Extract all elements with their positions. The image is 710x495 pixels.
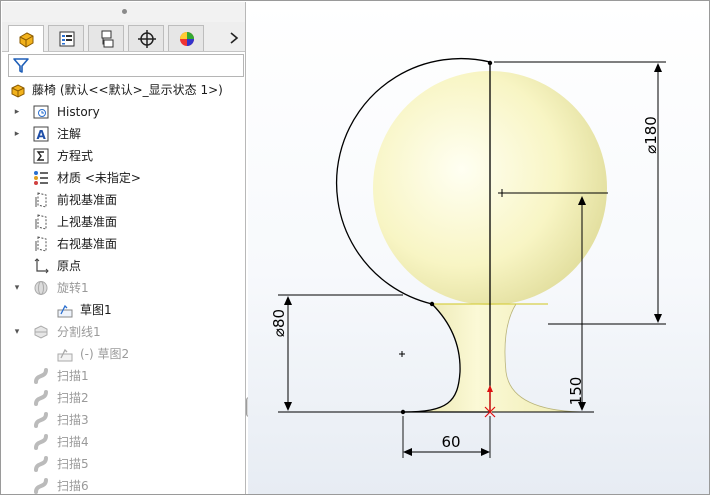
sweep-icon [33, 456, 49, 472]
grip-dot [122, 9, 127, 14]
tree-item-annotations[interactable]: ▸ A 注解 [12, 123, 245, 145]
featuremanager-icon [19, 32, 34, 48]
sweep-icon [33, 478, 49, 494]
tree-item-sketch1[interactable]: 草图1 [12, 299, 245, 321]
tree-item-label: (-) 草图2 [80, 347, 130, 361]
panel-grip[interactable] [2, 2, 245, 22]
tree-item-sweep1[interactable]: 扫描1 [12, 365, 245, 387]
tree-item-label: 注解 [57, 127, 82, 141]
origin-icon [33, 258, 49, 274]
sketch-icon [57, 302, 73, 318]
tab-featuremanager[interactable] [8, 25, 44, 52]
filter-icon [13, 58, 29, 73]
tree-item-label: 分割线1 [57, 325, 101, 339]
dimension-label-sphere: ⌀180 [642, 116, 660, 154]
model-neck[interactable] [402, 303, 589, 413]
tree-root[interactable]: 藤椅 (默认<<默认>_显示状态 1>) [10, 79, 245, 101]
sketch-icon [57, 346, 73, 362]
tree-item-label: History [57, 105, 100, 119]
annotations-icon: A [33, 126, 49, 142]
tree-item-label: 材质 <未指定> [57, 171, 141, 185]
dimension-neck-diameter[interactable]: ⌀80 [270, 294, 403, 413]
tree-filter[interactable] [8, 54, 244, 77]
tree-item-sweep2[interactable]: 扫描2 [12, 387, 245, 409]
tree-item-label: 方程式 [57, 149, 94, 163]
dimension-label-base: 60 [441, 433, 460, 451]
tree-item-label: 原点 [57, 259, 82, 273]
tree-item-label: 扫描2 [57, 391, 89, 405]
tab-displaymanager[interactable] [168, 25, 204, 51]
window-frame: 藤椅 (默认<<默认>_显示状态 1>) ▸ History ▸ A 注解 方程… [0, 0, 710, 495]
material-icon [33, 170, 49, 186]
tree-item-label: 前视基准面 [57, 193, 118, 207]
tree-item-splitline1[interactable]: ▾ 分割线1 [12, 321, 245, 343]
tab-propertymanager[interactable] [48, 25, 84, 51]
tree-root-label: 藤椅 (默认<<默认>_显示状态 1>) [32, 83, 223, 97]
plane-icon [33, 214, 49, 230]
tree-item-history[interactable]: ▸ History [12, 101, 245, 123]
tree-item-label: 扫描5 [57, 457, 89, 471]
tree-item-equations[interactable]: 方程式 [12, 145, 245, 167]
dimension-label-neck: ⌀80 [270, 309, 288, 337]
tree-item-label: 扫描1 [57, 369, 89, 383]
feature-manager-panel: 藤椅 (默认<<默认>_显示状态 1>) ▸ History ▸ A 注解 方程… [2, 2, 246, 494]
collapse-arrow[interactable]: ▾ [12, 277, 22, 299]
more-tabs-button[interactable] [226, 29, 242, 47]
expand-arrow[interactable]: ▸ [12, 123, 22, 145]
tree-item-label: 上视基准面 [57, 215, 118, 229]
tab-dimxpertmanager[interactable] [128, 25, 164, 51]
plane-icon [33, 236, 49, 252]
sweep-icon [33, 390, 49, 406]
tree-item-label: 扫描3 [57, 413, 89, 427]
tab-configurationmanager[interactable] [88, 25, 124, 51]
collapse-arrow[interactable]: ▾ [12, 321, 22, 343]
tree-item-sweep6[interactable]: 扫描6 [12, 475, 245, 494]
tree-item-revolve1[interactable]: ▾ 旋转1 [12, 277, 245, 299]
dimxpert-icon [138, 30, 156, 48]
propertymanager-icon [59, 31, 75, 47]
tree-item-sweep4[interactable]: 扫描4 [12, 431, 245, 453]
tree-item-label: 草图1 [80, 303, 112, 317]
sweep-icon [33, 368, 49, 384]
tree-item-sweep5[interactable]: 扫描5 [12, 453, 245, 475]
model-view: ⌀180 150 ⌀80 60 [270, 57, 666, 458]
splitline-icon [33, 324, 49, 340]
part-icon [10, 82, 26, 98]
tree-item-front-plane[interactable]: 前视基准面 [12, 189, 245, 211]
tree-item-label: 扫描6 [57, 479, 89, 493]
tree-item-material[interactable]: 材质 <未指定> [12, 167, 245, 189]
dimension-label-height: 150 [567, 377, 585, 406]
expand-arrow[interactable]: ▸ [12, 101, 22, 123]
equations-icon [33, 148, 49, 164]
manager-tabs [2, 22, 245, 52]
sweep-icon [33, 434, 49, 450]
revolve-icon [33, 280, 49, 296]
tree-item-label: 扫描4 [57, 435, 89, 449]
configurationmanager-icon [101, 30, 114, 48]
tree-item-sweep3[interactable]: 扫描3 [12, 409, 245, 431]
tree-item-right-plane[interactable]: 右视基准面 [12, 233, 245, 255]
tree-item-label: 右视基准面 [57, 237, 118, 251]
plane-icon [33, 192, 49, 208]
tree-item-sketch2[interactable]: (-) 草图2 [12, 343, 245, 365]
history-folder-icon [33, 104, 49, 120]
sweep-icon [33, 412, 49, 428]
tree-item-label: 旋转1 [57, 281, 89, 295]
displaymanager-icon [180, 32, 194, 46]
tree-item-origin[interactable]: 原点 [12, 255, 245, 277]
svg-text:A: A [37, 128, 47, 142]
tree-item-top-plane[interactable]: 上视基准面 [12, 211, 245, 233]
graphics-viewport[interactable]: ⌀180 150 ⌀80 60 [248, 2, 709, 494]
dimension-base-width[interactable]: 60 [402, 416, 491, 458]
chevron-right-icon [230, 32, 239, 44]
